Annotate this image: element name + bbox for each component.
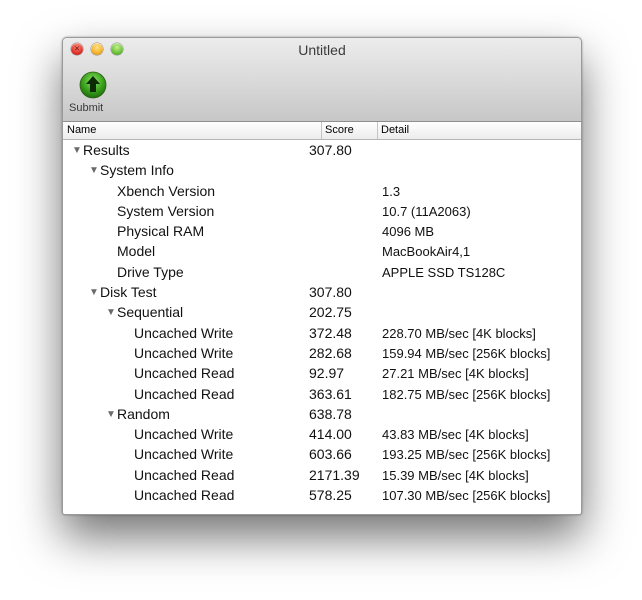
- row-name: Uncached Write: [134, 446, 234, 463]
- row-score: 92.97: [309, 365, 345, 382]
- row-score: 603.66: [309, 446, 352, 463]
- row-name: Xbench Version: [117, 182, 216, 199]
- submit-button[interactable]: Submit: [69, 71, 113, 117]
- table-row[interactable]: Xbench Version 1.3: [63, 181, 581, 201]
- table-row[interactable]: Physical RAM 4096 MB: [63, 221, 581, 241]
- row-name: System Version: [117, 202, 215, 219]
- row-detail: 43.83 MB/sec [4K blocks]: [382, 427, 529, 443]
- row-name: Physical RAM: [117, 223, 205, 240]
- row-name: Uncached Write: [134, 344, 234, 361]
- row-name: Random: [117, 405, 170, 422]
- results-outline: ▼ Results 307.80 ▼ System Info Xbench Version…: [63, 140, 581, 505]
- row-score: 578.25: [309, 487, 352, 504]
- row-detail: 27.21 MB/sec [4K blocks]: [382, 366, 529, 382]
- row-score: 307.80: [309, 284, 352, 301]
- column-header-score[interactable]: Score: [321, 122, 379, 139]
- table-row[interactable]: Uncached Write 414.00 43.83 MB/sec [4K blo…: [63, 424, 581, 444]
- disclosure-triangle-icon[interactable]: ▼: [89, 287, 99, 298]
- table-row[interactable]: Drive Type APPLE SSD TS128C: [63, 262, 581, 282]
- row-name: Disk Test: [100, 284, 157, 301]
- row-score: 363.61: [309, 385, 352, 402]
- table-row[interactable]: ▼ Disk Test 307.80: [63, 282, 581, 302]
- table-row[interactable]: System Version 10.7 (11A2063): [63, 201, 581, 221]
- row-detail: APPLE SSD TS128C: [382, 264, 506, 280]
- app-window: × Untitled Submit Name Score Detail ▼ Re…: [62, 37, 582, 515]
- row-name: Results: [83, 142, 130, 158]
- column-header-detail[interactable]: Detail: [377, 122, 581, 139]
- table-row[interactable]: ▼ System Info: [63, 160, 581, 180]
- row-name: Uncached Write: [134, 324, 234, 341]
- table-row[interactable]: Uncached Read 2171.39 15.39 MB/sec [4K blo…: [63, 465, 581, 485]
- row-score: 282.68: [309, 344, 352, 361]
- row-score: 307.80: [309, 142, 352, 158]
- table-row[interactable]: Uncached Write 372.48 228.70 MB/sec [4K bl…: [63, 323, 581, 343]
- row-detail: MacBookAir4,1: [382, 244, 471, 260]
- row-name: Uncached Write: [134, 426, 234, 443]
- row-name: Sequential: [117, 304, 184, 321]
- row-name: Drive Type: [117, 263, 184, 280]
- row-detail: 159.94 MB/sec [256K blocks]: [382, 345, 551, 361]
- disclosure-triangle-icon[interactable]: ▼: [106, 409, 116, 420]
- row-detail: 193.25 MB/sec [256K blocks]: [382, 447, 551, 463]
- row-score: 2171.39: [309, 466, 360, 483]
- row-detail: 10.7 (11A2063): [382, 203, 471, 219]
- toolbar: × Untitled Submit: [63, 38, 581, 122]
- table-row[interactable]: Uncached Read 578.25 107.30 MB/sec [256K b…: [63, 485, 581, 505]
- row-name: System Info: [100, 162, 174, 179]
- table-row[interactable]: Uncached Read 92.97 27.21 MB/sec [4K block…: [63, 363, 581, 383]
- table-row[interactable]: Model MacBookAir4,1: [63, 241, 581, 261]
- row-detail: 107.30 MB/sec [256K blocks]: [382, 488, 551, 504]
- row-score: 202.75: [309, 304, 352, 321]
- disclosure-triangle-icon[interactable]: ▼: [89, 165, 99, 176]
- row-name: Uncached Read: [134, 385, 235, 402]
- table-row[interactable]: Uncached Read 363.61 182.75 MB/sec [256K b…: [63, 384, 581, 404]
- table-header: Name Score Detail: [63, 122, 581, 140]
- row-detail: 1.3: [382, 183, 401, 199]
- row-name: Uncached Read: [134, 466, 235, 483]
- submit-label: Submit: [69, 102, 104, 114]
- row-name: Model: [117, 243, 156, 260]
- window-title: Untitled: [298, 42, 346, 58]
- disclosure-triangle-icon[interactable]: ▼: [106, 307, 116, 318]
- table-row[interactable]: ▼ Random 638.78: [63, 404, 581, 424]
- row-name: Uncached Read: [134, 487, 235, 504]
- table-row[interactable]: Uncached Write 603.66 193.25 MB/sec [256K …: [63, 444, 581, 464]
- row-detail: 15.39 MB/sec [4K blocks]: [382, 467, 529, 483]
- row-name: Uncached Read: [134, 365, 235, 382]
- row-score: 414.00: [309, 426, 352, 443]
- column-header-name[interactable]: Name: [67, 122, 317, 139]
- row-detail: 4096 MB: [382, 224, 435, 240]
- row-score: 372.48: [309, 324, 352, 341]
- disclosure-triangle-icon[interactable]: ▼: [72, 145, 82, 156]
- upload-arrow-icon: [79, 71, 107, 99]
- row-detail: 182.75 MB/sec [256K blocks]: [382, 386, 551, 402]
- table-row[interactable]: Uncached Write 282.68 159.94 MB/sec [256K …: [63, 343, 581, 363]
- row-detail: 228.70 MB/sec [4K blocks]: [382, 325, 536, 341]
- table-row[interactable]: ▼ Results 307.80: [63, 140, 581, 160]
- row-score: 638.78: [309, 405, 352, 422]
- table-row[interactable]: ▼ Sequential 202.75: [63, 302, 581, 322]
